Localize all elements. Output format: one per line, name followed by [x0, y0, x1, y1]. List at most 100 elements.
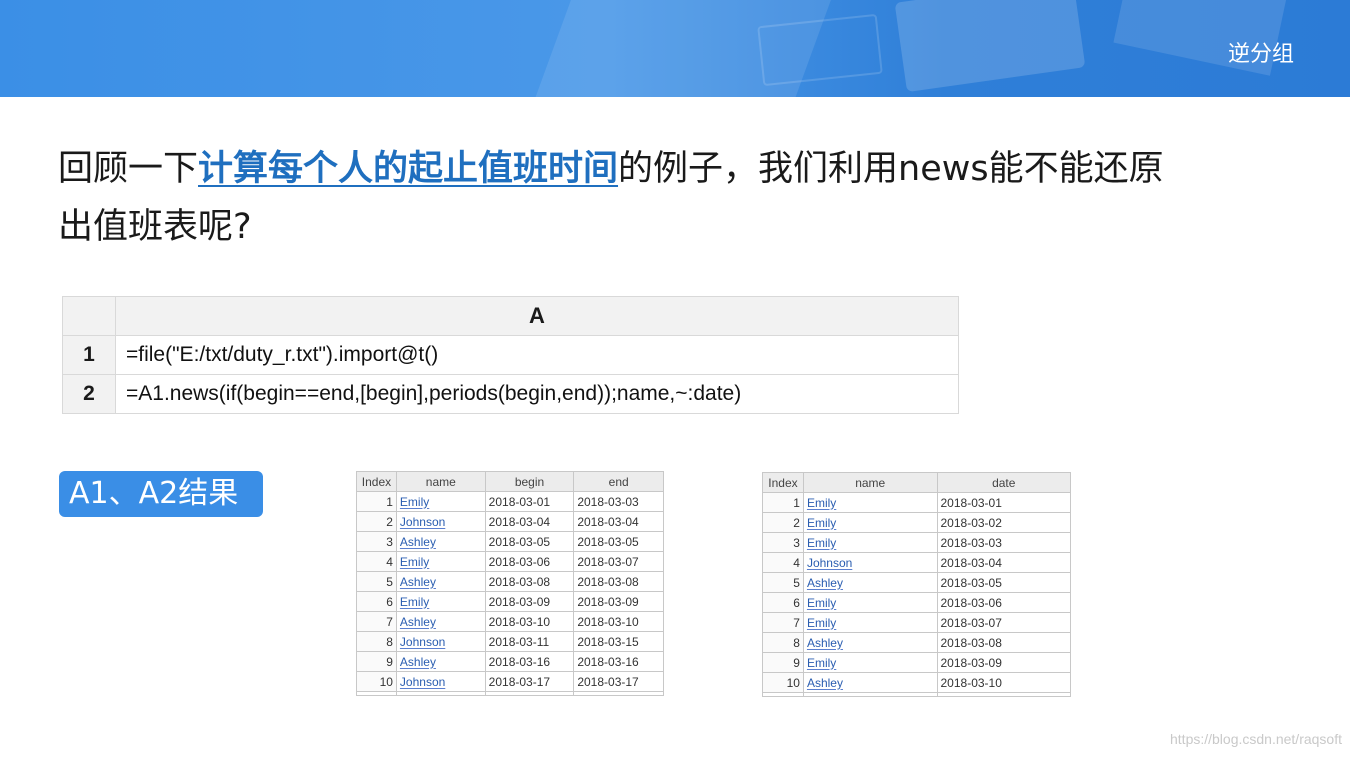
table-row[interactable]: 9 Emily 2018-03-09	[762, 652, 1071, 673]
name-link[interactable]: Emily	[400, 595, 429, 609]
question-prefix: 回顾一下	[58, 149, 199, 189]
name-link[interactable]: Johnson	[807, 556, 852, 570]
name-link[interactable]: Ashley	[400, 575, 436, 589]
table-row[interactable]: 8 Ashley 2018-03-08	[762, 632, 1071, 653]
name-link[interactable]: Emily	[807, 536, 836, 550]
table-row[interactable]: 2 Johnson 2018-03-04 2018-03-04	[356, 511, 664, 532]
section-title: 逆分组	[1227, 42, 1294, 67]
table-row[interactable]: 10 Ashley 2018-03-10	[762, 672, 1071, 693]
partial-cell	[395, 691, 486, 696]
column-header-name[interactable]: name	[802, 472, 938, 493]
code-cell-a1[interactable]: =file("E:/txt/duty_r.txt").import@t()	[115, 335, 959, 375]
name-cell[interactable]: Emily	[802, 492, 938, 513]
column-header-begin[interactable]: begin	[484, 471, 575, 492]
column-header-index[interactable]: Index	[356, 471, 397, 492]
table-row[interactable]: 8 Johnson 2018-03-11 2018-03-15	[356, 631, 664, 652]
name-cell[interactable]: Ashley	[395, 611, 486, 632]
column-header-name[interactable]: name	[395, 471, 486, 492]
name-cell[interactable]: Emily	[802, 532, 938, 553]
table-row[interactable]: 3 Ashley 2018-03-05 2018-03-05	[356, 531, 664, 552]
table-row[interactable]: 6 Emily 2018-03-06	[762, 592, 1071, 613]
table-row[interactable]: 10 Johnson 2018-03-17 2018-03-17	[356, 671, 664, 692]
date-cell: 2018-03-10	[484, 611, 575, 632]
name-link[interactable]: Ashley	[400, 615, 436, 629]
table-row[interactable]: 1 Emily 2018-03-01 2018-03-03	[356, 491, 664, 512]
table-row[interactable]: 2 Emily 2018-03-02	[762, 512, 1071, 533]
name-link[interactable]: Ashley	[807, 636, 843, 650]
name-link[interactable]: Emily	[807, 496, 836, 510]
name-cell[interactable]: Ashley	[395, 571, 486, 592]
table-row[interactable]: 6 Emily 2018-03-09 2018-03-09	[356, 591, 664, 612]
banner-decoration	[757, 13, 883, 87]
name-link[interactable]: Emily	[807, 616, 836, 630]
banner-decoration	[894, 0, 1086, 93]
column-header-end[interactable]: end	[573, 471, 664, 492]
name-cell[interactable]: Emily	[395, 591, 486, 612]
date-cell: 2018-03-08	[484, 571, 575, 592]
date-cell: 2018-03-04	[573, 511, 664, 532]
example-link[interactable]: 计算每个人的起止值班时间	[198, 149, 618, 189]
name-cell[interactable]: Johnson	[802, 552, 938, 573]
name-link[interactable]: Emily	[807, 656, 836, 670]
row-index: 7	[762, 612, 804, 633]
result-badge: A1、A2结果	[59, 471, 263, 517]
table-row[interactable]: 4 Johnson 2018-03-04	[762, 552, 1071, 573]
table-row-partial	[762, 692, 1071, 697]
name-link[interactable]: Johnson	[400, 635, 445, 649]
date-cell: 2018-03-09	[936, 652, 1071, 673]
question-text: 回顾一下计算每个人的起止值班时间的例子，我们利用news能不能还原 出值班表呢?	[58, 140, 1258, 256]
column-header-index[interactable]: Index	[762, 472, 804, 493]
partial-cell	[802, 692, 938, 697]
name-link[interactable]: Johnson	[400, 675, 445, 689]
partial-cell	[762, 692, 804, 697]
table-row[interactable]: 5 Ashley 2018-03-08 2018-03-08	[356, 571, 664, 592]
name-link[interactable]: Ashley	[807, 576, 843, 590]
table-row[interactable]: 9 Ashley 2018-03-16 2018-03-16	[356, 651, 664, 672]
row-index: 1	[356, 491, 397, 512]
row-index: 8	[356, 631, 397, 652]
grid-row: 1 =file("E:/txt/duty_r.txt").import@t()	[62, 335, 959, 375]
name-cell[interactable]: Johnson	[395, 631, 486, 652]
name-link[interactable]: Ashley	[807, 676, 843, 690]
name-cell[interactable]: Ashley	[395, 651, 486, 672]
row-index: 5	[762, 572, 804, 593]
header-banner: 逆分组	[0, 0, 1350, 97]
name-link[interactable]: Johnson	[400, 515, 445, 529]
name-cell[interactable]: Ashley	[802, 632, 938, 653]
table-row[interactable]: 5 Ashley 2018-03-05	[762, 572, 1071, 593]
date-cell: 2018-03-08	[573, 571, 664, 592]
table-row[interactable]: 3 Emily 2018-03-03	[762, 532, 1071, 553]
name-cell[interactable]: Emily	[395, 491, 486, 512]
partial-cell	[936, 692, 1071, 697]
name-cell[interactable]: Emily	[395, 551, 486, 572]
name-cell[interactable]: Johnson	[395, 671, 486, 692]
name-link[interactable]: Emily	[807, 516, 836, 530]
name-link[interactable]: Emily	[400, 495, 429, 509]
table-row[interactable]: 4 Emily 2018-03-06 2018-03-07	[356, 551, 664, 572]
name-link[interactable]: Emily	[400, 555, 429, 569]
name-cell[interactable]: Emily	[802, 612, 938, 633]
column-header-a[interactable]: A	[115, 296, 959, 336]
grid-corner-cell[interactable]	[62, 296, 116, 336]
name-cell[interactable]: Emily	[802, 592, 938, 613]
date-cell: 2018-03-17	[573, 671, 664, 692]
name-link[interactable]: Ashley	[400, 535, 436, 549]
table-row[interactable]: 7 Ashley 2018-03-10 2018-03-10	[356, 611, 664, 632]
date-cell: 2018-03-11	[484, 631, 575, 652]
row-header[interactable]: 1	[62, 335, 116, 375]
name-cell[interactable]: Ashley	[395, 531, 486, 552]
row-header[interactable]: 2	[62, 374, 116, 414]
name-cell[interactable]: Emily	[802, 512, 938, 533]
name-cell[interactable]: Emily	[802, 652, 938, 673]
name-cell[interactable]: Ashley	[802, 572, 938, 593]
name-cell[interactable]: Johnson	[395, 511, 486, 532]
name-cell[interactable]: Ashley	[802, 672, 938, 693]
table-row[interactable]: 1 Emily 2018-03-01	[762, 492, 1071, 513]
name-link[interactable]: Emily	[807, 596, 836, 610]
date-cell: 2018-03-07	[573, 551, 664, 572]
question-line-1: 回顾一下计算每个人的起止值班时间的例子，我们利用news能不能还原	[58, 140, 1258, 198]
column-header-date[interactable]: date	[936, 472, 1071, 493]
name-link[interactable]: Ashley	[400, 655, 436, 669]
code-cell-a2[interactable]: =A1.news(if(begin==end,[begin],periods(b…	[115, 374, 959, 414]
table-row[interactable]: 7 Emily 2018-03-07	[762, 612, 1071, 633]
